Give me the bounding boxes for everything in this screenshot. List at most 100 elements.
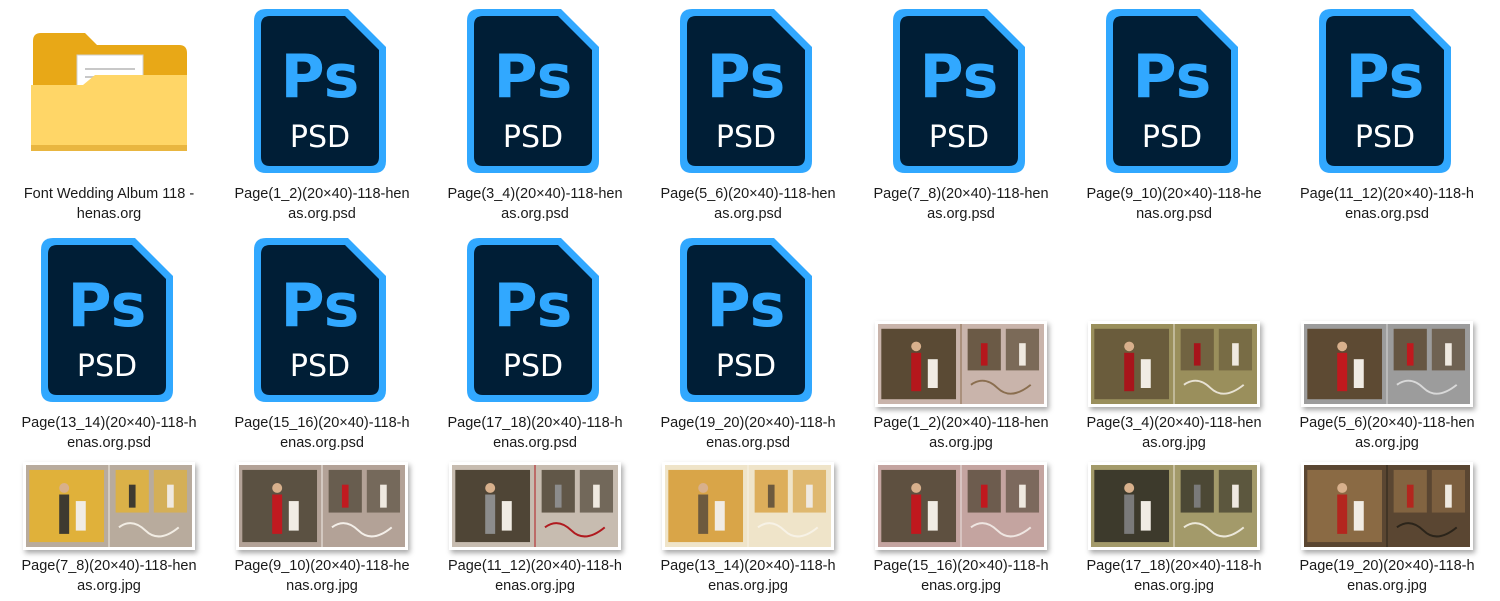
- item-icon-container: [1079, 235, 1269, 407]
- file-item[interactable]: Page(3_4)(20×40)-118-hen as.org.jpg: [1079, 235, 1269, 453]
- item-icon-container: Ps PSD: [1292, 6, 1482, 178]
- file-item[interactable]: Ps PSD Page(3_4)(20×40)-118-hen as.org.psd: [440, 6, 630, 224]
- file-name-line-1: Page(1_2)(20×40)-118-hen: [234, 186, 410, 202]
- item-icon-container: Ps PSD: [14, 235, 204, 407]
- item-icon-container: [440, 460, 630, 552]
- file-name-line-2: as.org.psd: [714, 206, 782, 222]
- psd-icon: Ps PSD: [254, 238, 386, 402]
- file-name-line-1: Page(15_16)(20×40)-118-h: [234, 415, 410, 431]
- file-name-line-1: Page(17_18)(20×40)-118-h: [1086, 558, 1262, 574]
- file-name-line-2: nas.org.psd: [1136, 206, 1212, 222]
- file-name-line-2: enas.org.psd: [706, 435, 790, 451]
- file-name-label: Page(9_10)(20×40)-118-he nas.org.psd: [1081, 184, 1267, 224]
- file-item[interactable]: Page(11_12)(20×40)-118-h enas.org.jpg: [440, 460, 630, 596]
- image-thumbnail: [1088, 321, 1260, 407]
- file-name-line-1: Page(3_4)(20×40)-118-hen: [447, 186, 623, 202]
- image-thumbnail: [662, 462, 834, 550]
- file-name-label: Page(3_4)(20×40)-118-hen as.org.psd: [442, 184, 628, 224]
- file-name-line-1: Page(7_8)(20×40)-118-hen: [873, 186, 1049, 202]
- psd-icon: Ps PSD: [680, 9, 812, 173]
- psd-type-text: PSD: [77, 349, 137, 384]
- file-item[interactable]: Page(5_6)(20×40)-118-hen as.org.jpg: [1292, 235, 1482, 453]
- file-item[interactable]: Ps PSD Page(19_20)(20×40)-118-h enas.org.ps…: [653, 235, 843, 453]
- file-name-line-2: henas.org: [76, 206, 142, 222]
- file-name-label: Page(13_14)(20×40)-118-h enas.org.jpg: [655, 556, 841, 596]
- file-name-line-1: Font Wedding Album 118 -: [23, 186, 195, 202]
- item-icon-container: [1292, 460, 1482, 552]
- item-icon-container: [14, 6, 204, 178]
- file-name-label: Page(9_10)(20×40)-118-he nas.org.jpg: [229, 556, 415, 596]
- thumbnail-image: [665, 465, 831, 547]
- thumbnail-image: [239, 465, 405, 547]
- file-name-line-1: Page(17_18)(20×40)-118-h: [447, 415, 623, 431]
- file-name-label: Page(17_18)(20×40)-118-h enas.org.jpg: [1081, 556, 1267, 596]
- file-item[interactable]: Ps PSD Page(7_8)(20×40)-118-hen as.org.psd: [866, 6, 1056, 224]
- file-item[interactable]: Ps PSD Page(5_6)(20×40)-118-hen as.org.psd: [653, 6, 843, 224]
- psd-icon: Ps PSD: [893, 9, 1025, 173]
- file-item[interactable]: Page(15_16)(20×40)-118-h enas.org.jpg: [866, 460, 1056, 596]
- file-name-line-1: Page(13_14)(20×40)-118-h: [21, 415, 197, 431]
- file-item[interactable]: Ps PSD Page(9_10)(20×40)-118-he nas.org.psd: [1079, 6, 1269, 224]
- file-name-line-1: Page(1_2)(20×40)-118-hen: [873, 415, 1049, 431]
- psd-icon: Ps PSD: [467, 9, 599, 173]
- file-name-label: Page(15_16)(20×40)-118-h enas.org.jpg: [868, 556, 1054, 596]
- ps-logo-text: Ps: [68, 271, 147, 341]
- file-name-label: Page(1_2)(20×40)-118-hen as.org.psd: [229, 184, 415, 224]
- file-name-label: Page(5_6)(20×40)-118-hen as.org.psd: [655, 184, 841, 224]
- file-name-label: Page(11_12)(20×40)-118-h enas.org.jpg: [442, 556, 628, 596]
- file-item[interactable]: Page(13_14)(20×40)-118-h enas.org.jpg: [653, 460, 843, 596]
- file-name-line-1: Page(19_20)(20×40)-118-h: [1299, 558, 1475, 574]
- file-name-label: Page(13_14)(20×40)-118-h enas.org.psd: [16, 413, 202, 453]
- file-item[interactable]: Ps PSD Page(17_18)(20×40)-118-h enas.org.ps…: [440, 235, 630, 453]
- file-name-line-2: as.org.psd: [501, 206, 569, 222]
- item-icon-container: [866, 235, 1056, 407]
- ps-logo-text: Ps: [707, 42, 786, 112]
- item-icon-container: Ps PSD: [1079, 6, 1269, 178]
- thumbnail-image: [1304, 465, 1470, 547]
- file-item[interactable]: Page(9_10)(20×40)-118-he nas.org.jpg: [227, 460, 417, 596]
- image-thumbnail: [449, 462, 621, 550]
- file-name-label: Page(3_4)(20×40)-118-hen as.org.jpg: [1081, 413, 1267, 453]
- file-name-line-2: enas.org.jpg: [1134, 578, 1214, 594]
- psd-type-text: PSD: [1355, 120, 1415, 155]
- ps-logo-text: Ps: [707, 271, 786, 341]
- file-name-line-2: enas.org.jpg: [708, 578, 788, 594]
- file-name-line-2: enas.org.jpg: [495, 578, 575, 594]
- file-name-line-1: Page(3_4)(20×40)-118-hen: [1086, 415, 1262, 431]
- file-name-line-1: Page(9_10)(20×40)-118-he: [1086, 186, 1262, 202]
- file-name-line-2: as.org.psd: [927, 206, 995, 222]
- file-name-line-2: nas.org.jpg: [286, 578, 358, 594]
- file-name-label: Page(17_18)(20×40)-118-h enas.org.psd: [442, 413, 628, 453]
- psd-type-text: PSD: [1142, 120, 1202, 155]
- file-name-line-2: as.org.jpg: [77, 578, 141, 594]
- image-thumbnail: [875, 321, 1047, 407]
- folder-item[interactable]: Font Wedding Album 118 - henas.org: [14, 6, 204, 224]
- file-item[interactable]: Ps PSD Page(15_16)(20×40)-118-h enas.org.ps…: [227, 235, 417, 453]
- file-name-line-2: enas.org.jpg: [1347, 578, 1427, 594]
- file-name-line-1: Page(7_8)(20×40)-118-hen: [21, 558, 197, 574]
- file-name-line-2: as.org.jpg: [1142, 435, 1206, 451]
- thumbnail-image: [1091, 465, 1257, 547]
- file-item[interactable]: Ps PSD Page(13_14)(20×40)-118-h enas.org.ps…: [14, 235, 204, 453]
- file-item[interactable]: Page(7_8)(20×40)-118-hen as.org.jpg: [14, 460, 204, 596]
- thumbnail-image: [878, 324, 1044, 404]
- file-item[interactable]: Page(1_2)(20×40)-118-hen as.org.jpg: [866, 235, 1056, 453]
- ps-logo-text: Ps: [494, 271, 573, 341]
- ps-logo-text: Ps: [281, 42, 360, 112]
- item-icon-container: Ps PSD: [653, 235, 843, 407]
- file-item[interactable]: Page(19_20)(20×40)-118-h enas.org.jpg: [1292, 460, 1482, 596]
- file-name-label: Page(7_8)(20×40)-118-hen as.org.psd: [868, 184, 1054, 224]
- file-name-label: Page(19_20)(20×40)-118-h enas.org.psd: [655, 413, 841, 453]
- file-name-line-2: as.org.psd: [288, 206, 356, 222]
- item-icon-container: [14, 460, 204, 552]
- folder-icon: [31, 33, 187, 151]
- ps-logo-text: Ps: [1133, 42, 1212, 112]
- ps-logo-text: Ps: [1346, 42, 1425, 112]
- file-name-line-1: Page(9_10)(20×40)-118-he: [234, 558, 410, 574]
- file-name-line-2: enas.org.psd: [493, 435, 577, 451]
- file-item[interactable]: Ps PSD Page(1_2)(20×40)-118-hen as.org.psd: [227, 6, 417, 224]
- psd-type-text: PSD: [503, 120, 563, 155]
- file-item[interactable]: Page(17_18)(20×40)-118-h enas.org.jpg: [1079, 460, 1269, 596]
- file-item[interactable]: Ps PSD Page(11_12)(20×40)-118-h enas.org.ps…: [1292, 6, 1482, 224]
- file-name-line-2: enas.org.psd: [67, 435, 151, 451]
